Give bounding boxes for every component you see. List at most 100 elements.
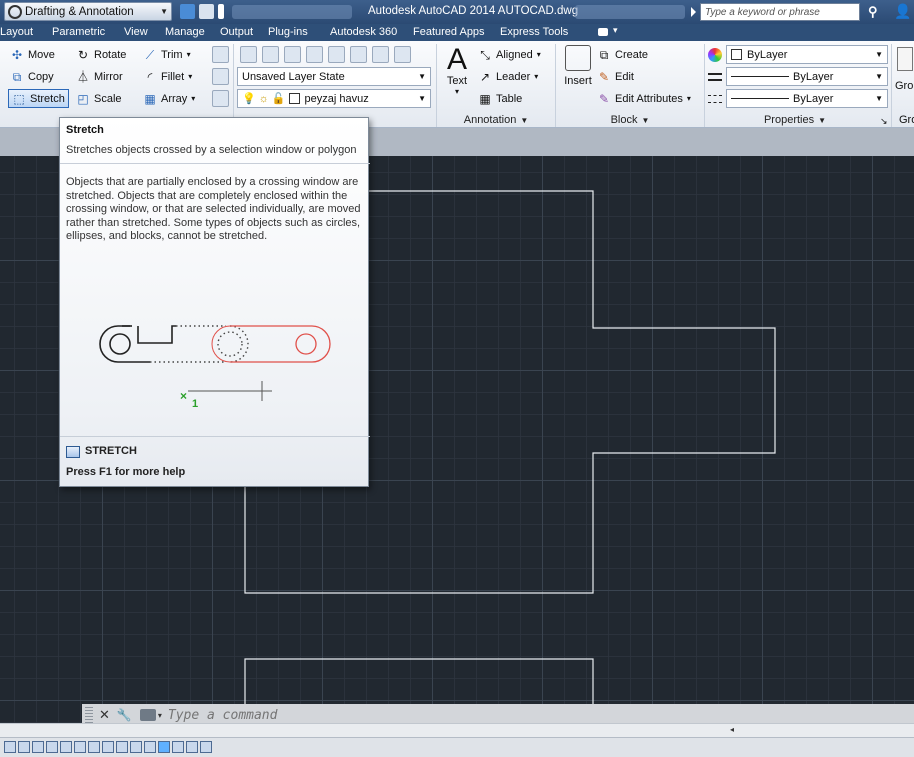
layer-state-dropdown[interactable]: Unsaved Layer State ▼ [237,67,431,86]
tab-layout[interactable]: Layout [0,26,33,38]
command-input[interactable] [167,707,668,723]
dialog-launcher-icon[interactable]: ↘ [880,116,888,127]
save-icon[interactable] [180,4,195,19]
stretch-button[interactable]: ⬚ Stretch [8,89,69,108]
text-button[interactable]: A Text ▾ [443,45,471,97]
layer-dropdown[interactable]: 💡 ☼ 🔓 peyzaj havuz ▼ [237,89,431,108]
edit-attributes-button[interactable]: ✎ Edit Attributes ▾ [597,89,691,108]
panel-separator [233,44,234,127]
offset-icon[interactable] [212,90,229,107]
freeze-icon[interactable] [372,46,389,63]
rotate-label: Rotate [94,48,127,61]
scale-icon: ◰ [77,91,89,106]
fillet-button[interactable]: ◜ Fillet ▾ [143,67,193,86]
osnap-icon[interactable] [74,741,86,753]
explode-icon[interactable] [212,68,229,85]
tab-output[interactable]: Output [220,26,253,38]
tab-plug-ins[interactable]: Plug-ins [268,26,308,38]
grip-handle[interactable] [85,707,93,723]
create-block-button[interactable]: ⧉ Create [597,45,648,64]
color-wheel-icon[interactable] [708,48,722,62]
groups-panel-label[interactable]: Gro [899,114,914,126]
lineweight-icon[interactable] [708,73,722,81]
polar-icon[interactable] [60,741,72,753]
properties-panel-title[interactable]: Properties ▼ [705,112,885,128]
trim-button[interactable]: ⟋ Trim ▾ [143,45,191,64]
layer-previous-icon[interactable] [306,46,323,63]
search-input[interactable]: Type a keyword or phrase [700,3,860,21]
3d-osnap-icon[interactable] [88,741,100,753]
aligned-button[interactable]: ⤡ Aligned ▾ [478,45,541,64]
layer-properties-icon[interactable] [240,46,257,63]
tab-view[interactable]: View [124,26,148,38]
linetype-dropdown[interactable]: ByLayer ▼ [726,89,888,108]
workspace-dropdown[interactable]: Drafting & Annotation ▼ [4,2,172,21]
tooltip-title: Stretch [66,124,104,136]
insert-button[interactable]: Insert [561,45,595,87]
trim-label: Trim [161,48,183,61]
tab-express-tools[interactable]: Express Tools [500,26,568,38]
chevron-down-icon: ▼ [875,72,883,81]
sun-icon: ☼ [258,92,269,105]
stretch-icon [66,446,80,458]
tab-parametric[interactable]: Parametric [52,26,105,38]
snap-icon[interactable] [18,741,30,753]
annotation-monitor-icon[interactable] [200,741,212,753]
erase-icon[interactable] [212,46,229,63]
camera-icon[interactable] [598,28,608,36]
transparency-icon[interactable] [158,741,170,753]
table-button[interactable]: ▦ Table [478,89,522,108]
match-layer-icon[interactable] [284,46,301,63]
divider [60,163,370,164]
search-expand-icon[interactable] [691,7,696,17]
scroll-left-icon[interactable]: ◂ [730,725,734,734]
grid-icon[interactable] [32,741,44,753]
lineweight-toggle-icon[interactable] [144,741,156,753]
tab-autodesk-360[interactable]: Autodesk 360 [330,26,397,38]
chevron-down-icon[interactable]: ▾ [613,25,618,36]
infer-constraints-icon[interactable] [4,741,16,753]
group-button-label[interactable]: Grou [895,80,914,92]
lineweight-dropdown[interactable]: ByLayer ▼ [726,67,888,86]
linetype-icon[interactable] [708,95,722,103]
annotation-panel-title[interactable]: Annotation ▼ [437,112,555,128]
isolate-icon[interactable] [328,46,345,63]
tab-featured-apps[interactable]: Featured Apps [413,26,485,38]
array-button[interactable]: ▦ Array ▾ [143,89,195,108]
chevron-down-icon: ▼ [160,7,168,16]
off-icon[interactable] [394,46,411,63]
ortho-icon[interactable] [46,741,58,753]
color-dropdown[interactable]: ByLayer ▼ [726,45,888,64]
prompt-icon[interactable] [139,709,156,721]
binoculars-icon[interactable]: ⚲ [868,4,878,20]
scale-button[interactable]: ◰ Scale [76,89,121,108]
edit-block-button[interactable]: ✎ Edit [597,67,634,86]
make-current-icon[interactable] [262,46,279,63]
group-icon[interactable] [897,47,913,71]
selection-cycling-icon[interactable] [186,741,198,753]
block-panel-title[interactable]: Block ▼ [556,112,704,128]
properties-panel-label: Properties [763,114,815,126]
ducs-icon[interactable] [116,741,128,753]
quick-properties-icon[interactable] [172,741,184,753]
unisolate-icon[interactable] [350,46,367,63]
user-icon[interactable]: 👤 [894,3,911,20]
chevron-down-icon: ▼ [418,94,426,103]
copy-button[interactable]: ⧉ Copy [10,67,54,86]
mirror-button[interactable]: ⏃ Mirror [76,67,123,86]
dyn-icon[interactable] [130,741,142,753]
leader-button[interactable]: ↗ Leader ▾ [478,67,538,86]
horizontal-scrollbar[interactable] [0,723,914,737]
chevron-down-icon: ▼ [641,115,650,125]
undo-icon[interactable] [199,4,214,19]
chevron-down-icon[interactable]: ▾ [158,711,162,720]
stretch-tooltip: Stretch Stretches objects crossed by a s… [59,117,370,487]
tab-manage[interactable]: Manage [165,26,205,38]
move-button[interactable]: ✣ Move [10,45,55,64]
otrack-icon[interactable] [102,741,114,753]
quick-access-dropdown-icon[interactable] [218,4,224,19]
wrench-icon[interactable]: 🔧 [117,708,132,722]
chevron-down-icon: ▼ [418,72,426,81]
close-icon[interactable]: ✕ [99,707,110,723]
rotate-button[interactable]: ↻ Rotate [76,45,126,64]
